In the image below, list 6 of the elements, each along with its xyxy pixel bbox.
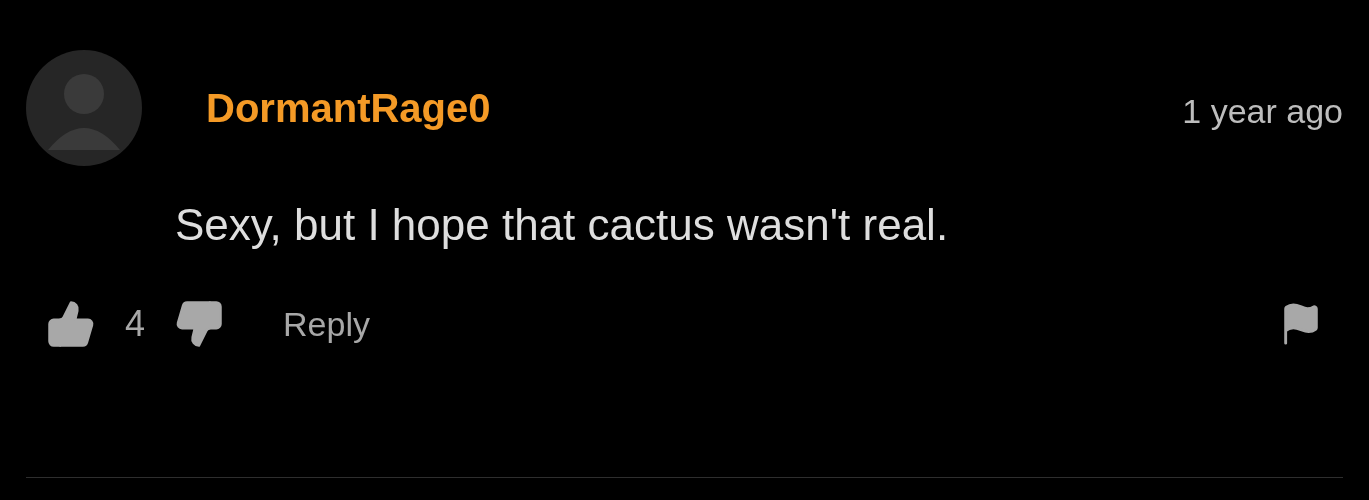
like-count: 4 — [125, 303, 146, 345]
reply-link[interactable]: Reply — [283, 304, 1250, 344]
avatar-icon — [26, 50, 142, 166]
comment-text: Sexy, but I hope that cactus wasn't real. — [175, 200, 950, 250]
username[interactable]: DormantRage0 — [206, 85, 1119, 131]
timestamp: 1 year ago — [1182, 92, 1343, 131]
